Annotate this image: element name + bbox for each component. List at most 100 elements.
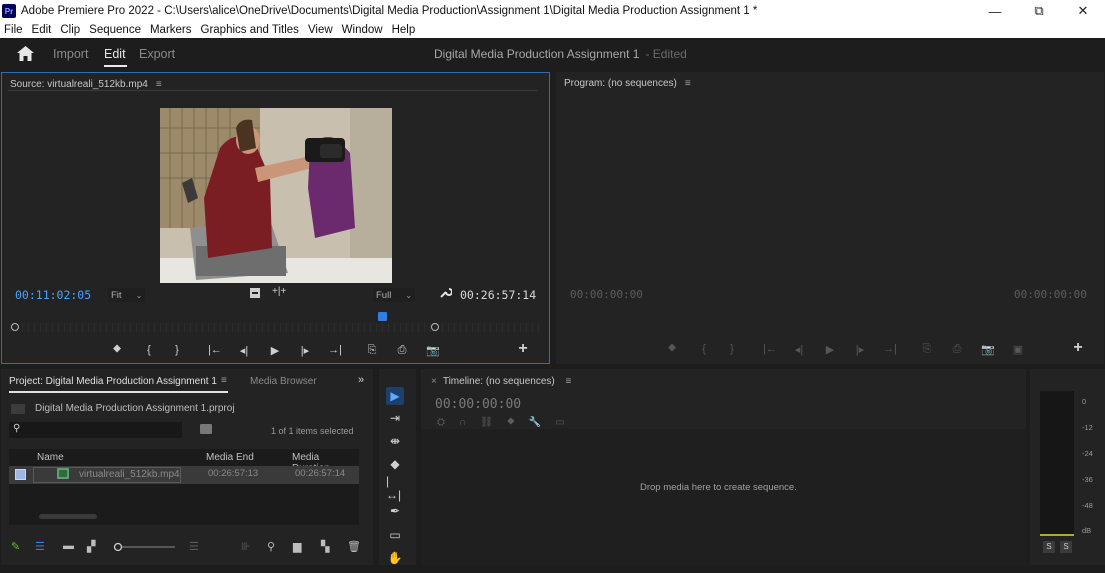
timeline-timecode[interactable]: 00:00:00:00 — [435, 397, 521, 412]
pen-tool-icon[interactable]: ✒ — [386, 502, 404, 520]
panel-menu-icon[interactable]: ≡ — [566, 376, 572, 387]
project-item-list[interactable]: Name Media End Media Duration virtualrea… — [9, 449, 359, 525]
timeline-title[interactable]: Timeline: (no sequences) — [443, 376, 555, 387]
step-back-icon[interactable]: ◂| — [237, 343, 251, 357]
column-header-name[interactable]: Name — [37, 452, 64, 463]
ripple-edit-tool-icon[interactable]: ⇼ — [386, 432, 404, 450]
panel-menu-icon[interactable]: ≡ — [156, 79, 162, 90]
export-frame-icon[interactable]: 📷 — [426, 343, 440, 357]
tab-edit[interactable]: Edit — [104, 47, 126, 61]
mark-out-icon[interactable]: } — [170, 343, 184, 357]
tab-project[interactable]: Project: Digital Media Production Assign… — [9, 376, 217, 387]
menu-help[interactable]: Help — [388, 24, 421, 36]
timeline-panel[interactable]: × Timeline: (no sequences) ≡ 00:00:00:00 … — [421, 369, 1026, 573]
menu-view[interactable]: View — [304, 24, 338, 36]
freeform-view-icon[interactable]: ▞ — [87, 540, 95, 553]
add-marker-icon[interactable]: ⯁ — [110, 343, 124, 357]
menu-file[interactable]: File — [0, 24, 28, 36]
extract-icon[interactable]: ⎙ — [950, 342, 964, 356]
project-search-input[interactable]: ⚲ — [9, 422, 182, 438]
comparison-view-icon[interactable]: ▣ — [1011, 342, 1025, 356]
icon-view-icon[interactable]: ▬ — [63, 540, 74, 552]
horizontal-scrollbar[interactable] — [39, 514, 97, 519]
panel-menu-icon[interactable]: ≡ — [221, 375, 227, 386]
solo-button-left[interactable]: S — [1043, 541, 1055, 553]
go-to-in-icon[interactable]: |← — [208, 343, 222, 357]
insert-overlay-icon[interactable] — [249, 287, 261, 299]
list-item[interactable]: virtualreali_512kb.mp4 00:26:57:13 00:26… — [9, 466, 359, 484]
step-forward-icon[interactable]: |▸ — [298, 343, 312, 357]
solo-button-right[interactable]: S — [1060, 541, 1072, 553]
minimize-button[interactable]: — — [973, 0, 1017, 22]
snap-icon[interactable]: ∩ — [459, 417, 466, 428]
timeline-drop-zone[interactable]: Drop media here to create sequence. — [421, 429, 1026, 573]
track-select-tool-icon[interactable]: ⇥ — [386, 409, 404, 427]
mark-in-icon[interactable]: { — [697, 342, 711, 356]
slip-tool-icon[interactable]: |↔| — [386, 474, 404, 502]
column-header-media-end[interactable]: Media End — [206, 452, 254, 463]
selection-tool-icon[interactable]: ▶ — [386, 387, 404, 405]
source-playhead[interactable] — [378, 312, 387, 321]
panel-menu-icon[interactable]: ≡ — [685, 78, 691, 89]
menu-graphics-and-titles[interactable]: Graphics and Titles — [197, 24, 304, 36]
rectangle-tool-icon[interactable]: ▭ — [386, 526, 404, 544]
add-marker-icon[interactable]: ⯁ — [665, 342, 679, 356]
compare-icon[interactable]: +|+ — [272, 286, 286, 297]
sort-icons-icon[interactable]: ☰ — [189, 540, 199, 553]
insert-icon[interactable]: ⎘ — [365, 343, 379, 357]
menu-clip[interactable]: Clip — [56, 24, 85, 36]
step-back-icon[interactable]: ◂| — [792, 342, 806, 356]
source-current-timecode[interactable]: 00:11:02:05 — [15, 288, 91, 302]
new-bin-icon[interactable]: ▆ — [293, 540, 301, 553]
program-current-timecode[interactable]: 00:00:00:00 — [570, 288, 643, 301]
restore-button[interactable]: ⧉ — [1017, 0, 1061, 22]
close-icon[interactable]: × — [431, 376, 437, 387]
zoom-slider[interactable] — [113, 542, 175, 552]
go-to-in-icon[interactable]: |← — [763, 342, 777, 356]
step-forward-icon[interactable]: |▸ — [853, 342, 867, 356]
nest-icon[interactable]: ⛭ — [437, 417, 445, 428]
tab-media-browser[interactable]: Media Browser — [250, 376, 317, 387]
close-window-button[interactable]: ✕ — [1061, 0, 1105, 22]
wrench-icon[interactable]: 🔧 — [529, 417, 541, 428]
list-view-icon[interactable]: ☰ — [35, 540, 45, 553]
zoom-fit-dropdown[interactable]: Fit ⌄ — [108, 288, 146, 302]
tab-export[interactable]: Export — [139, 47, 175, 61]
razor-tool-icon[interactable]: ◆ — [386, 455, 404, 473]
source-monitor-panel[interactable]: Source: virtualreali_512kb.mp4 ≡ 00:11:02… — [1, 72, 550, 364]
zoom-scroll-track[interactable] — [8, 90, 538, 91]
go-to-out-icon[interactable]: →| — [883, 342, 897, 356]
export-frame-icon[interactable]: 📷 — [981, 342, 995, 356]
program-monitor-panel[interactable]: Program: (no sequences) ≡ 00:00:00:00 00:… — [556, 72, 1104, 364]
button-editor-icon[interactable]: + — [516, 340, 530, 357]
automate-to-sequence-icon[interactable]: ⊪ — [241, 540, 251, 553]
linked-selection-icon[interactable]: ⛓ — [480, 417, 493, 428]
play-icon[interactable]: ▶ — [268, 343, 282, 357]
lift-icon[interactable]: ⎘ — [920, 342, 934, 356]
clear-icon[interactable]: 🗑 — [347, 540, 361, 553]
wrench-icon[interactable] — [439, 286, 452, 299]
source-time-ruler[interactable] — [10, 323, 540, 333]
go-to-out-icon[interactable]: →| — [328, 343, 342, 357]
new-item-icon[interactable]: ▚ — [321, 540, 329, 553]
menu-sequence[interactable]: Sequence — [85, 24, 146, 36]
playback-resolution-dropdown[interactable]: Full ⌄ — [373, 288, 416, 302]
captions-icon[interactable]: ▭ — [555, 417, 564, 428]
button-editor-icon[interactable]: + — [1071, 339, 1085, 356]
project-panel[interactable]: Project: Digital Media Production Assign… — [1, 369, 373, 573]
source-monitor-title[interactable]: Source: virtualreali_512kb.mp4 — [10, 79, 148, 90]
write-protect-icon[interactable]: ✎ — [11, 540, 20, 553]
overwrite-icon[interactable]: ⎙ — [395, 343, 409, 357]
mark-in-icon[interactable]: { — [142, 343, 156, 357]
mark-out-icon[interactable]: } — [725, 342, 739, 356]
menu-markers[interactable]: Markers — [146, 24, 197, 36]
menu-edit[interactable]: Edit — [28, 24, 57, 36]
overflow-tabs-icon[interactable]: » — [358, 374, 364, 386]
label-color-swatch[interactable] — [15, 469, 26, 480]
find-icon[interactable]: ⚲ — [267, 540, 275, 553]
new-search-bin-icon[interactable] — [200, 424, 212, 434]
zoom-handle-left[interactable] — [11, 323, 19, 331]
menu-window[interactable]: Window — [338, 24, 388, 36]
home-icon[interactable] — [17, 46, 34, 61]
tab-import[interactable]: Import — [53, 47, 88, 61]
